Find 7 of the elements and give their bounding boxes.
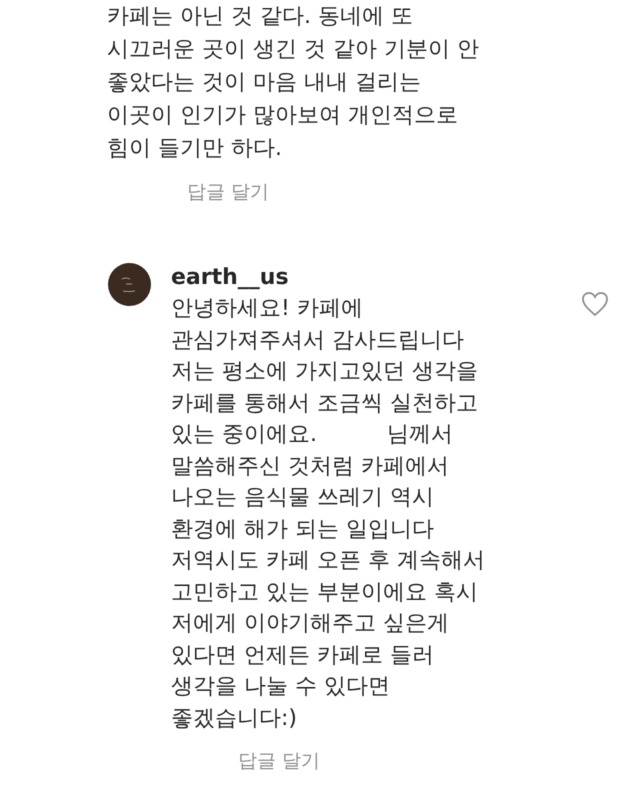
heart-icon[interactable] <box>581 291 609 317</box>
reply-link[interactable]: 답글 달기 <box>187 179 609 205</box>
reply-link[interactable]: 답글 달기 <box>238 748 581 774</box>
comment-text: 안녕하세요! 카페에 관심가져주셔서 감사드립니다 저는 평소에 가지고있던 생각을 카페를 통해서 조금씩 실천하고 있는 중이에요. 님께서 말씀해주신 것처럼 카페에서 나오는 음식물 쓰레기 역시 환경에 해가 되는 일입니다 저역시도 카페 오픈 후 계속해서 고민하고 있는 부분이에요 혹시 저에게 이야기해주고 싶은게 있다면 언제든 카페로 들러 생각을 나눌 수 있다면 좋겠습니다:) <box>171 295 486 732</box>
comment-text: 카페는 아닌 것 같다. 동네에 또 시끄러운 곳이 생긴 것 같아 기분이 안 좋았다는 것이 마음 내내 걸리는 이곳이 인기가 많아보여 개인적으로 힘이 들기만 하다. <box>107 3 480 163</box>
username[interactable]: earth__us <box>171 263 581 293</box>
avatar-icon <box>108 263 151 306</box>
